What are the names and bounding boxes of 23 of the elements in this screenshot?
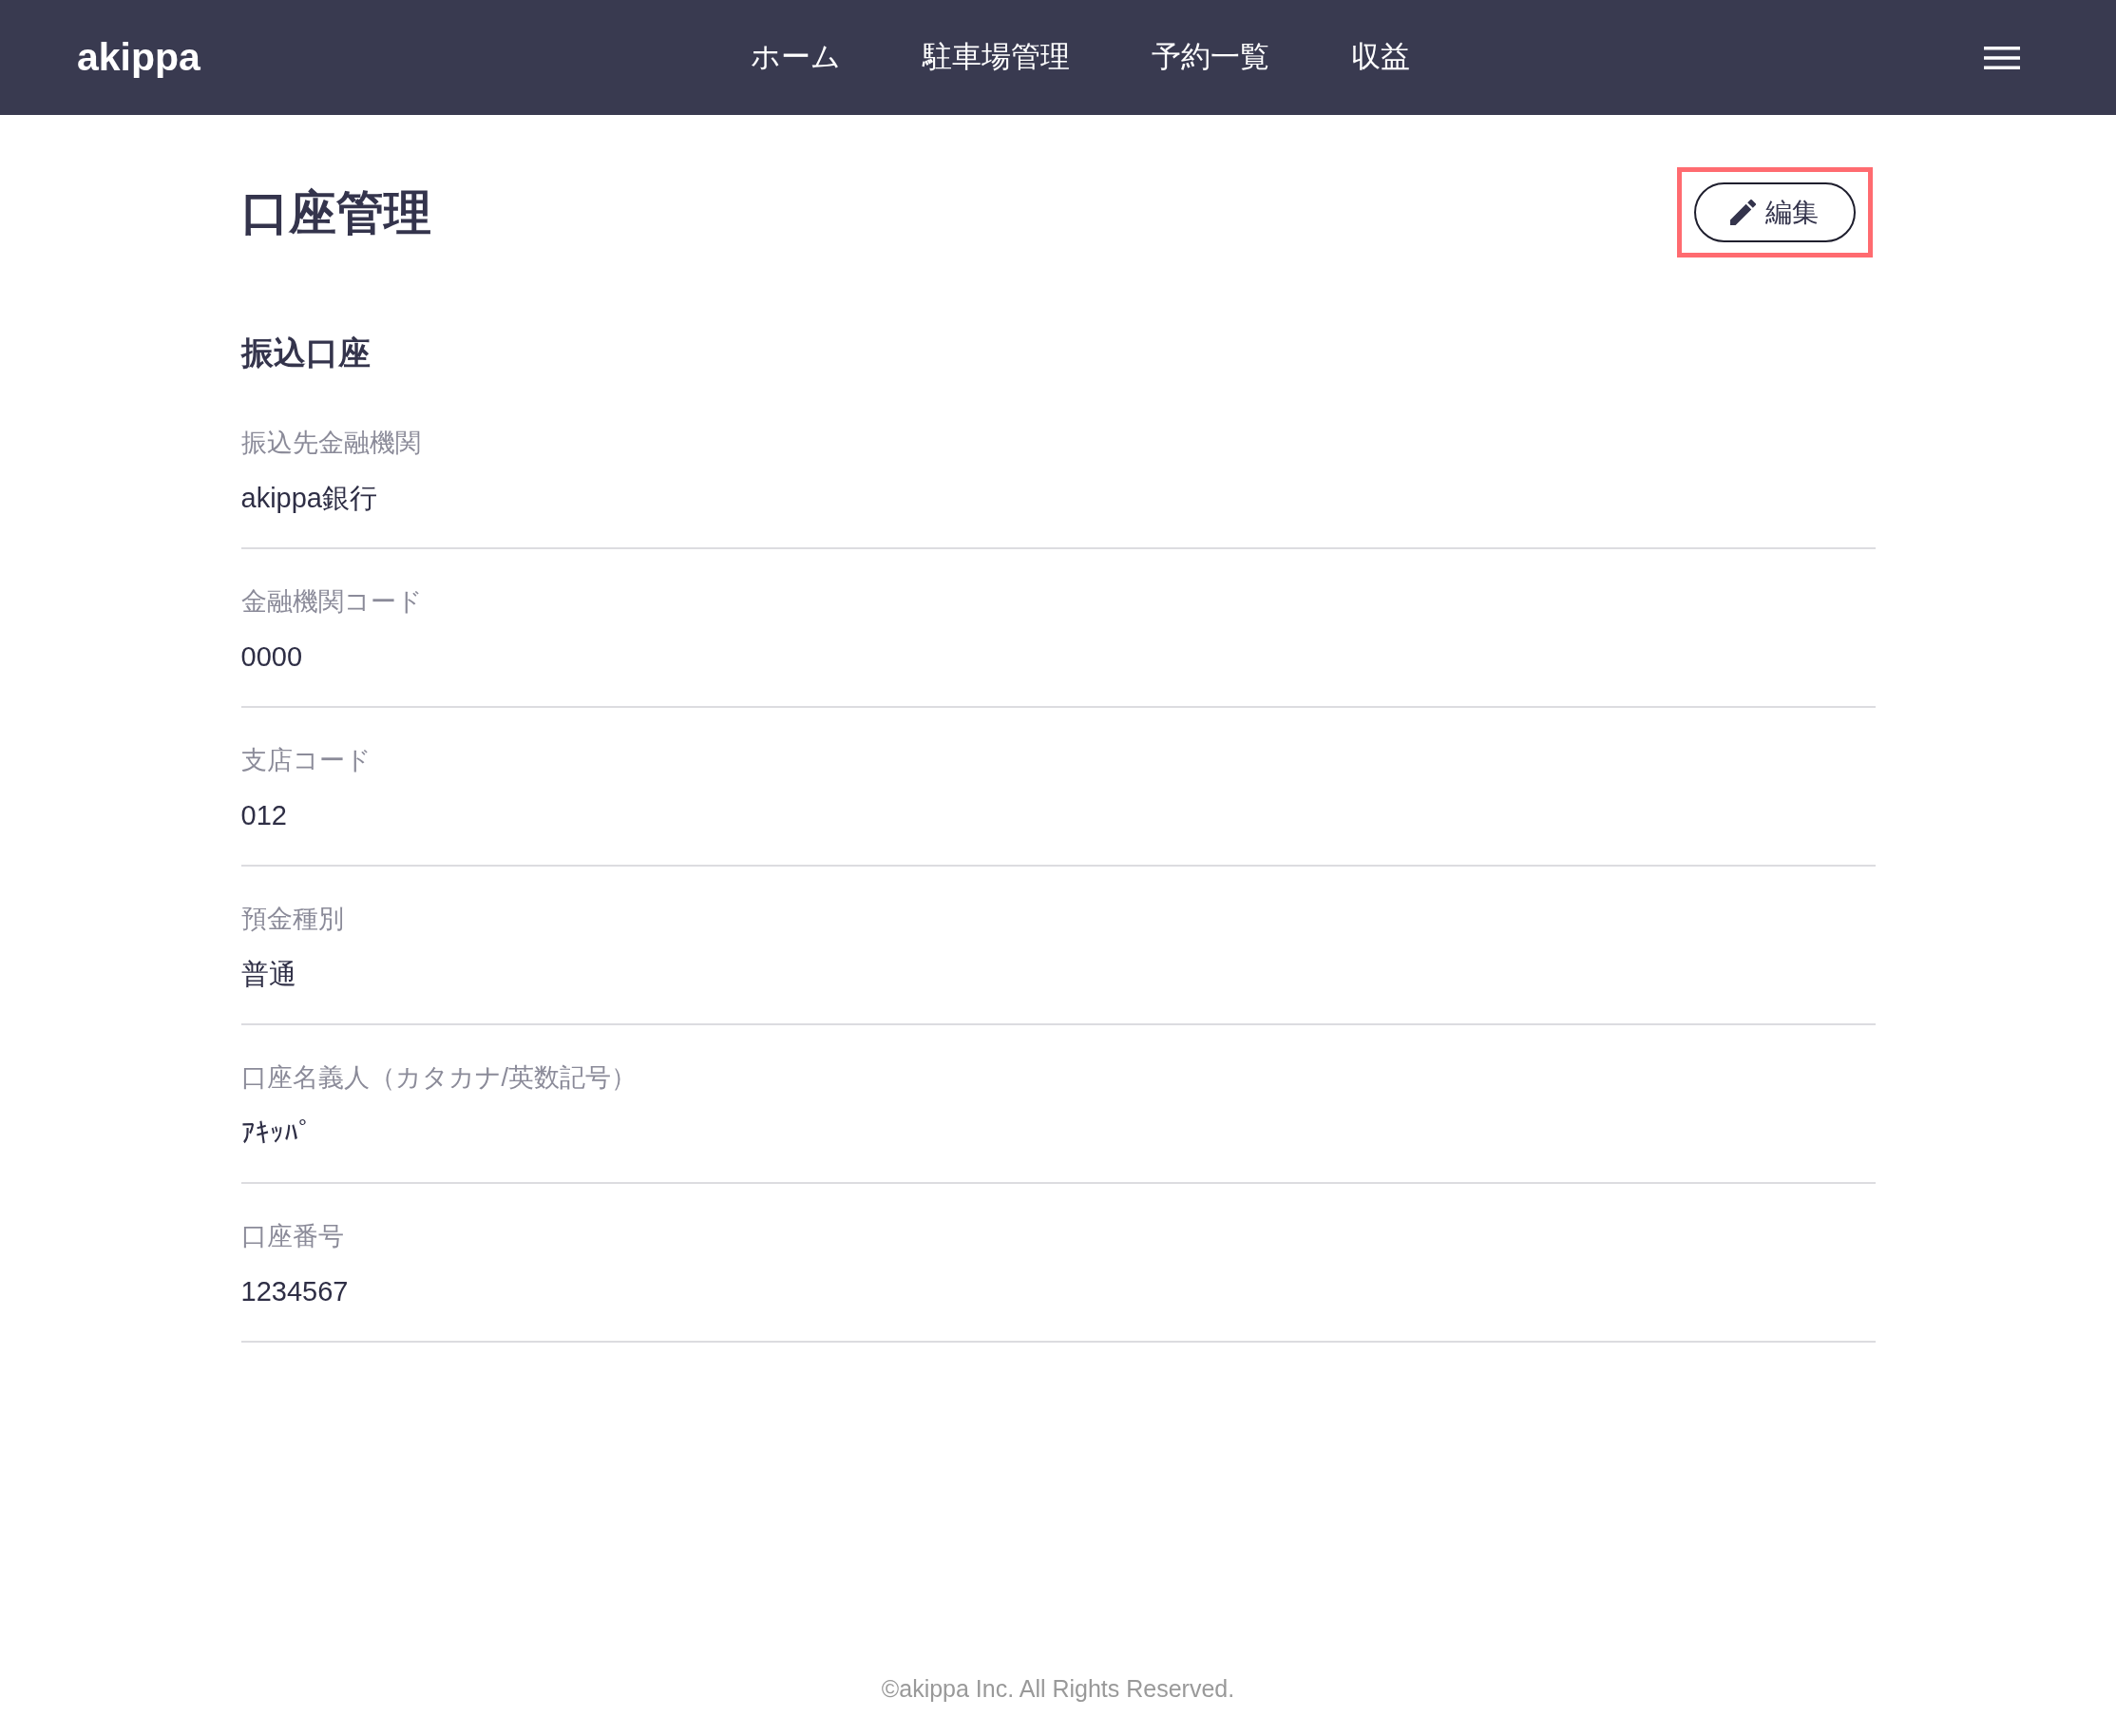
field-label: 振込先金融機関: [240, 428, 422, 459]
field-value: akippa銀行: [240, 482, 378, 515]
field-label: 金融機関コード: [240, 586, 424, 618]
page-title: 口座管理: [240, 184, 431, 241]
nav-link[interactable]: 予約一覧: [1152, 35, 1270, 80]
nav-link[interactable]: ホーム: [751, 35, 842, 80]
field-label: 口座名義人（カタカナ/英数記号）: [240, 1062, 638, 1094]
field-value: 普通: [240, 958, 297, 991]
nav-link[interactable]: 収益: [1351, 35, 1411, 80]
pencil-icon: [1730, 200, 1756, 225]
field-label: 支店コード: [240, 745, 372, 776]
field-value: ｱｷｯﾊﾟ: [240, 1116, 314, 1150]
menu-icon[interactable]: [1984, 46, 2020, 69]
field-value: 1234567: [240, 1275, 350, 1308]
logo[interactable]: akippa: [77, 28, 200, 87]
field-value: 0000: [240, 640, 303, 674]
section-heading: 振込口座: [240, 334, 372, 372]
field-label: 口座番号: [240, 1221, 345, 1252]
edit-button[interactable]: 編集: [1693, 182, 1856, 242]
field-label: 預金種別: [240, 904, 345, 935]
nav-link[interactable]: 駐車場管理: [923, 35, 1071, 80]
copyright-text: ©akippa Inc. All Rights Reserved.: [881, 1674, 1235, 1704]
field-value: 012: [240, 799, 288, 832]
